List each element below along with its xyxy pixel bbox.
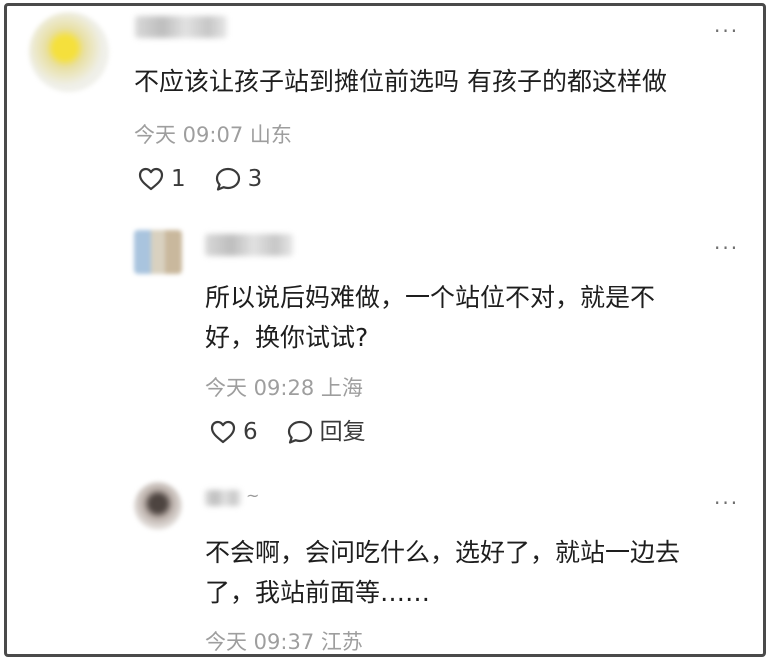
username-suffix: ~ [246,486,260,505]
speech-bubble-outline-icon [287,420,312,444]
username-blurred[interactable] [135,16,227,38]
username-blurred[interactable] [205,234,293,256]
like-count: 1 [171,166,186,192]
comment-text-line: 不会啊，会问吃什么，选好了，就站一边去 [205,538,681,567]
like-count: 6 [243,419,258,445]
comment-meta: 今天 09:37 江苏 [205,626,363,654]
heart-outline-icon [210,420,236,444]
avatar[interactable] [29,12,109,92]
comment-text: 所以说后妈难做，一个站位不对，就是不 好，换你试试? [205,278,655,358]
comment-text-line: 所以说后妈难做，一个站位不对，就是不 [205,283,656,312]
comment-time: 今天 09:37 [205,630,315,654]
comment-location: 山东 [249,123,292,147]
comment-location: 上海 [320,376,363,400]
more-options-button[interactable]: ··· [714,493,739,513]
comment-meta: 今天 09:07 山东 [134,119,292,149]
comment-text: 不会啊，会问吃什么，选好了，就站一边去 了，我站前面等…… [205,533,680,613]
avatar[interactable] [134,482,182,530]
more-options-button[interactable]: ··· [714,21,739,41]
comment-text-line: 了，我站前面等…… [205,578,431,607]
reply-count: 3 [247,166,263,192]
comment-actions: 1 3 [137,165,290,193]
comment-actions: 6 回复 [209,418,394,446]
like-button[interactable]: 1 [137,165,186,193]
comment-text: 不应该让孩子站到摊位前选吗 有孩子的都这样做 [134,62,667,102]
username-blurred[interactable] [205,490,241,506]
comment-time: 今天 09:28 [205,376,315,400]
reply-button[interactable]: 回复 [286,418,366,446]
speech-bubble-outline-icon [215,167,240,191]
reply-label: 回复 [319,419,366,445]
comment-meta: 今天 09:28 上海 [205,372,363,402]
more-options-button[interactable]: ··· [714,238,739,258]
comment-time: 今天 09:07 [134,123,244,147]
reply-button[interactable]: 3 [214,165,263,193]
comment-text-line: 好，换你试试? [205,323,369,352]
avatar[interactable] [134,230,182,274]
comment-location: 江苏 [320,630,363,654]
like-button[interactable]: 6 [209,418,258,446]
comment-text-line: 不应该让孩子站到摊位前选吗 有孩子的都这样做 [134,67,667,96]
comment-thread: ··· 不应该让孩子站到摊位前选吗 有孩子的都这样做 今天 09:07 山东 1… [4,3,766,657]
heart-outline-icon [138,167,164,191]
